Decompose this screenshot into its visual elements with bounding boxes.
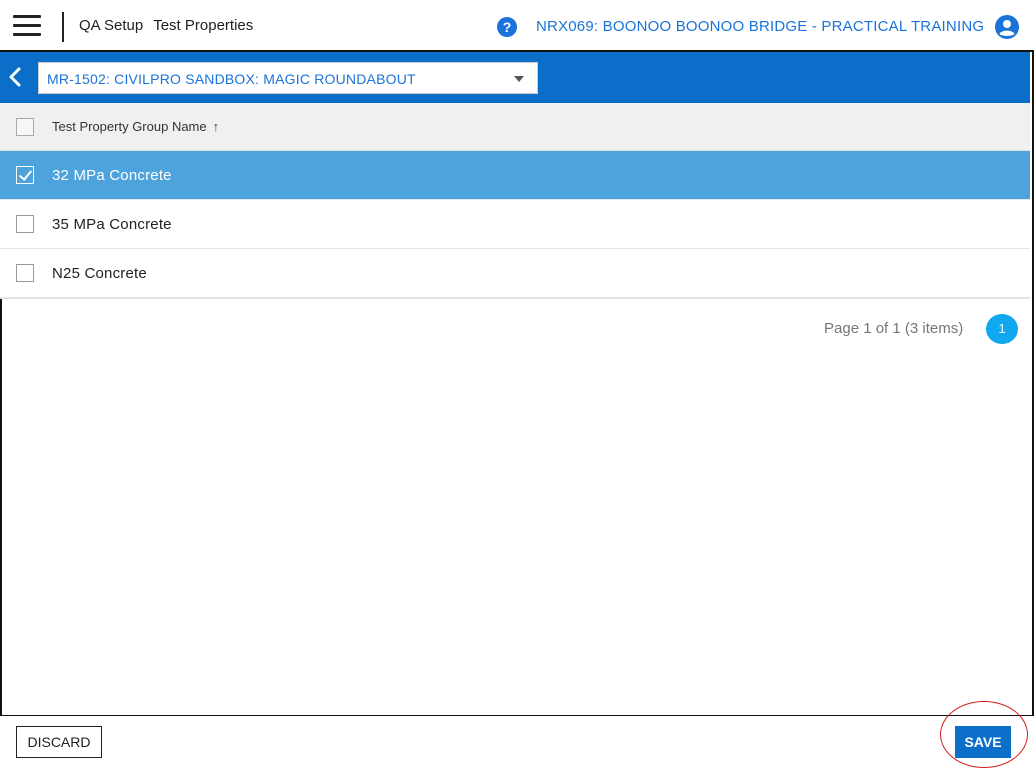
table-row[interactable]: 35 MPa Concrete <box>0 200 1030 249</box>
context-dropdown[interactable]: MR-1502: CIVILPRO SANDBOX: MAGIC ROUNDAB… <box>38 62 538 94</box>
grid-header: Test Property Group Name ↑ <box>0 103 1030 151</box>
save-button[interactable]: SAVE <box>955 726 1011 758</box>
context-bar: MR-1502: CIVILPRO SANDBOX: MAGIC ROUNDAB… <box>0 52 1030 103</box>
grid-divider <box>0 298 1030 299</box>
header-divider <box>62 12 64 42</box>
column-header-label: Test Property Group Name <box>52 119 207 134</box>
user-account-icon[interactable] <box>995 15 1019 39</box>
discard-button[interactable]: DISCARD <box>16 726 102 758</box>
select-all-checkbox[interactable] <box>16 118 34 136</box>
row-label: 32 MPa Concrete <box>52 167 172 184</box>
row-label: 35 MPa Concrete <box>52 216 172 233</box>
app-header: QA Setup Test Properties ? NRX069: BOONO… <box>0 0 1034 52</box>
project-title[interactable]: NRX069: BOONOO BOONOO BRIDGE - PRACTICAL… <box>536 18 984 35</box>
column-header-test-property-group-name[interactable]: Test Property Group Name ↑ <box>52 119 219 134</box>
back-chevron-icon[interactable] <box>6 66 26 88</box>
row-checkbox[interactable] <box>16 166 34 184</box>
row-label: N25 Concrete <box>52 265 147 282</box>
hamburger-menu-icon[interactable] <box>13 15 41 37</box>
table-row[interactable]: N25 Concrete <box>0 249 1030 298</box>
sort-ascending-icon: ↑ <box>212 119 220 134</box>
row-checkbox[interactable] <box>16 215 34 233</box>
footer-bar: DISCARD SAVE <box>0 715 1034 768</box>
help-icon[interactable]: ? <box>497 17 517 37</box>
row-checkbox[interactable] <box>16 264 34 282</box>
page-button-1[interactable]: 1 <box>986 314 1018 344</box>
context-dropdown-value: MR-1502: CIVILPRO SANDBOX: MAGIC ROUNDAB… <box>47 71 416 87</box>
table-row[interactable]: 32 MPa Concrete <box>0 151 1030 200</box>
chevron-down-icon <box>514 76 524 82</box>
breadcrumb: QA Setup Test Properties <box>79 17 253 34</box>
breadcrumb-test-properties[interactable]: Test Properties <box>153 17 253 34</box>
pager-info: Page 1 of 1 (3 items) <box>824 320 964 337</box>
breadcrumb-qa-setup[interactable]: QA Setup <box>79 17 143 34</box>
